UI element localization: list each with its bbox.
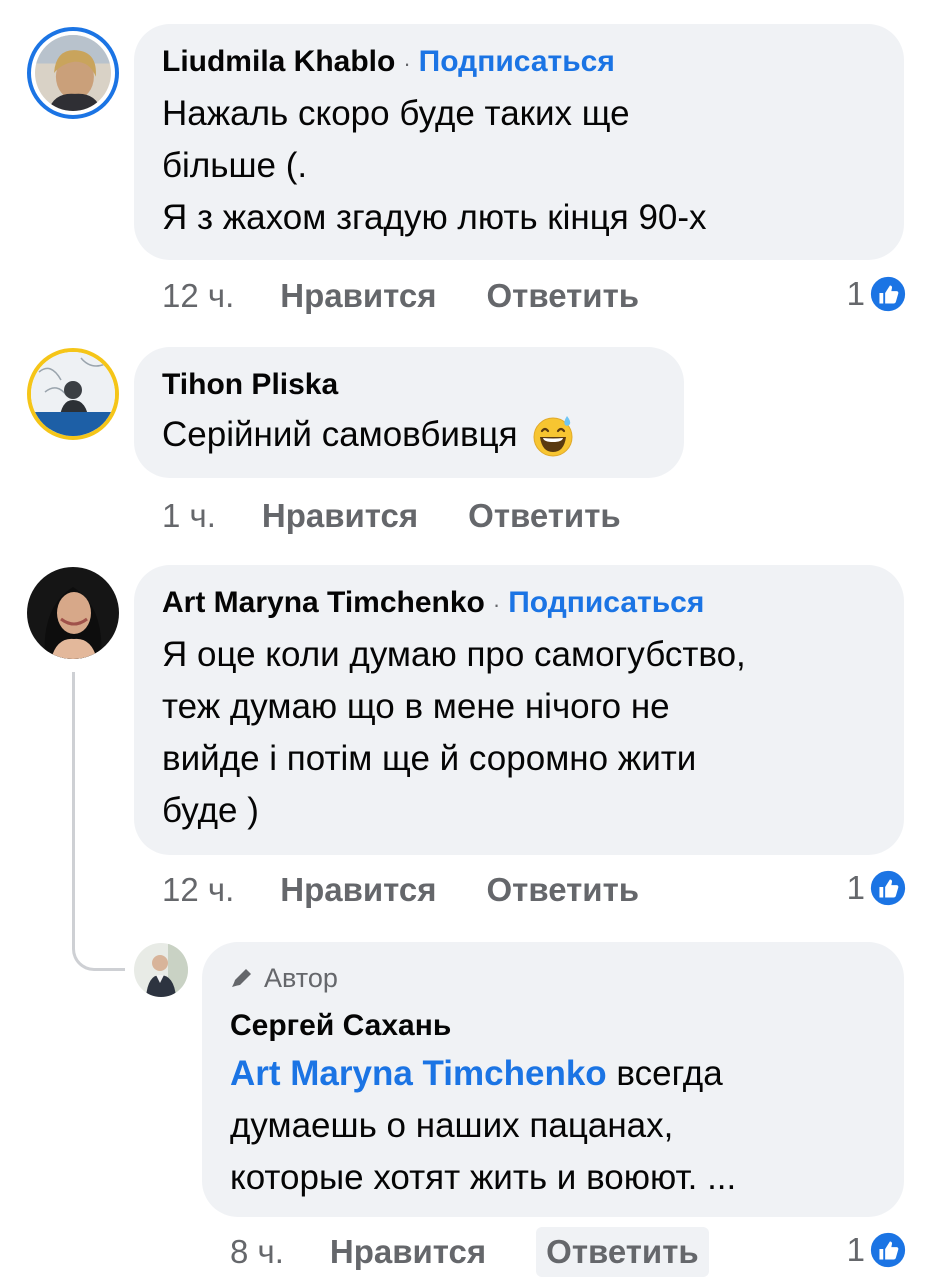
comment-text: Я оце коли думаю про самогубство, теж ду… bbox=[162, 629, 876, 837]
reply-button[interactable]: Ответить bbox=[468, 497, 621, 535]
avatar-sergey[interactable] bbox=[134, 943, 188, 997]
like-button[interactable]: Нравится bbox=[262, 497, 418, 535]
comment-actions: 12 ч. Нравится Ответить bbox=[162, 274, 639, 318]
reply-button[interactable]: Ответить bbox=[487, 277, 640, 315]
like-icon bbox=[869, 1231, 907, 1269]
comment-line: Я оце коли думаю про самогубство, bbox=[162, 635, 746, 674]
comment-line: вийде і потім ще й соромно жити bbox=[162, 739, 697, 778]
author-name[interactable]: Art Maryna Timchenko bbox=[162, 586, 485, 619]
follow-link[interactable]: Подписаться bbox=[508, 586, 704, 619]
comment-line: буде ) bbox=[162, 791, 259, 830]
reaction-number: 1 bbox=[846, 1231, 865, 1268]
separator-dot: · bbox=[403, 51, 411, 76]
comment-timestamp[interactable]: 8 ч. bbox=[230, 1233, 284, 1271]
comment-bubble: Liudmila Khablo · Подписаться Нажаль скоро… bbox=[134, 24, 904, 260]
comment-bubble: Art Maryna Timchenko · Подписаться Я оце к… bbox=[134, 565, 904, 855]
author-badge: Автор bbox=[230, 962, 876, 994]
separator-dot: · bbox=[492, 592, 501, 617]
reply-bubble: Автор Сергей Сахань Art Maryna Timchenko… bbox=[202, 942, 904, 1217]
comment-actions: 12 ч. Нравится Ответить bbox=[162, 868, 639, 912]
reaction-count[interactable]: 1 bbox=[847, 1228, 907, 1272]
reaction-count[interactable]: 1 bbox=[847, 272, 907, 316]
reply-button[interactable]: Ответить bbox=[536, 1227, 709, 1277]
comment-line: більше (. bbox=[162, 146, 308, 185]
thread-line bbox=[72, 672, 75, 942]
reaction-number: 1 bbox=[846, 275, 865, 312]
comment-actions: 1 ч. Нравится Ответить bbox=[162, 494, 621, 538]
comment-author-line: Liudmila Khablo · Подписаться bbox=[162, 44, 876, 82]
comment-text: Art Maryna Timchenko всегда думаешь о на… bbox=[230, 1048, 876, 1204]
author-badge-label: Автор bbox=[264, 963, 338, 993]
comment-author-line: Art Maryna Timchenko · Подписаться bbox=[162, 585, 876, 623]
comment-line: Нажаль скоро буде таких ще bbox=[162, 94, 630, 133]
like-icon bbox=[869, 869, 907, 907]
like-button[interactable]: Нравится bbox=[280, 277, 436, 315]
comment-timestamp[interactable]: 1 ч. bbox=[162, 497, 216, 535]
follow-link[interactable]: Подписаться bbox=[419, 45, 615, 78]
grinning-sweat-emoji bbox=[533, 416, 573, 457]
thread-connector bbox=[72, 930, 125, 971]
comment-line: теж думаю що в мене нічого не bbox=[162, 687, 670, 726]
comment-line: думаешь о наших пацанах, bbox=[230, 1106, 674, 1145]
like-button[interactable]: Нравится bbox=[330, 1233, 486, 1271]
author-name[interactable]: Tihon Pliska bbox=[162, 367, 656, 403]
comment-actions: 8 ч. Нравится Ответить bbox=[230, 1227, 709, 1277]
comment-line: которые хотят жить и воюют. ... bbox=[230, 1158, 737, 1197]
reaction-count[interactable]: 1 bbox=[847, 866, 907, 910]
reply-button[interactable]: Ответить bbox=[487, 871, 640, 909]
reaction-number: 1 bbox=[846, 869, 865, 906]
avatar-liudmila[interactable] bbox=[27, 27, 119, 119]
comment-line: Серійний самовбивця bbox=[162, 415, 518, 454]
comment-bubble: Tihon Pliska Серійний самовбивця bbox=[134, 347, 684, 478]
comment-line: Я з жахом згадую лють кінця 90-х bbox=[162, 198, 707, 237]
comment-timestamp[interactable]: 12 ч. bbox=[162, 871, 234, 909]
mention-link[interactable]: Art Maryna Timchenko bbox=[230, 1054, 607, 1093]
comment-line: Art Maryna Timchenko всегда bbox=[230, 1048, 876, 1100]
avatar-tihon[interactable] bbox=[27, 348, 119, 440]
comment-text: Серійний самовбивця bbox=[162, 409, 656, 461]
like-icon bbox=[869, 275, 907, 313]
comment-line-rest: всегда bbox=[606, 1054, 723, 1093]
avatar-art-maryna[interactable] bbox=[27, 567, 119, 659]
like-button[interactable]: Нравится bbox=[280, 871, 436, 909]
comment-timestamp[interactable]: 12 ч. bbox=[162, 277, 234, 315]
comment-text: Нажаль скоро буде таких ще більше (. Я з… bbox=[162, 88, 876, 244]
author-name[interactable]: Liudmila Khablo bbox=[162, 45, 395, 78]
pencil-icon bbox=[232, 969, 251, 987]
author-name[interactable]: Сергей Сахань bbox=[230, 1008, 876, 1044]
